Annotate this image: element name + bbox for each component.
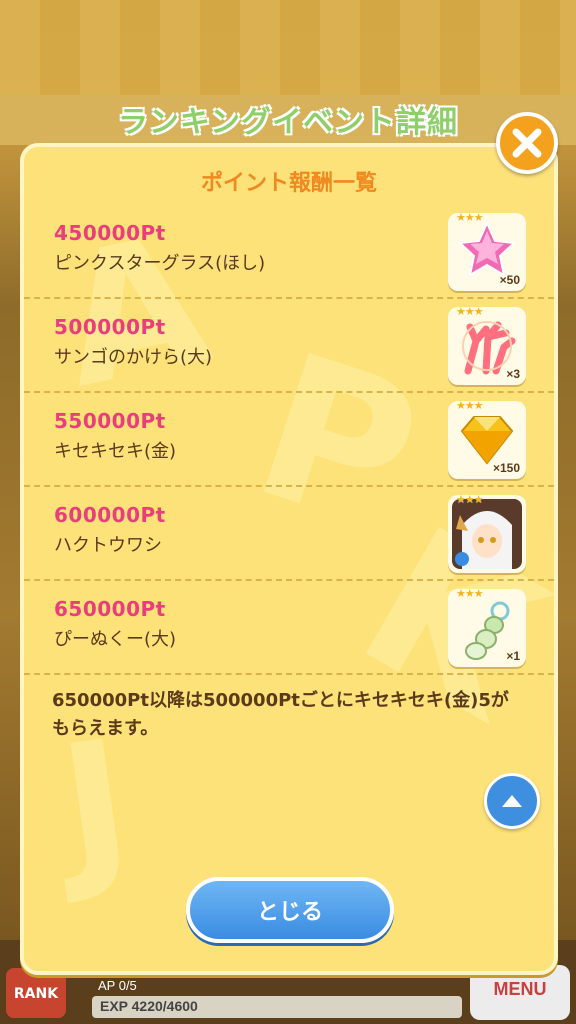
rarity-stars: ★★★	[456, 211, 484, 224]
reward-row: 600000Pt ハクトウワシ ★★★	[24, 487, 554, 581]
reward-name: ピンクスターグラス(ほし)	[54, 253, 266, 274]
reward-points: 600000Pt	[54, 503, 166, 527]
background-scene	[0, 0, 576, 95]
reward-item[interactable]: ★★★	[448, 493, 526, 573]
close-x-button[interactable]	[496, 112, 558, 174]
reward-name: サンゴのかけら(大)	[54, 347, 213, 368]
reward-item[interactable]: ★★★ ×50	[448, 211, 526, 291]
bald-eagle-friend-icon	[452, 499, 522, 569]
scroll-up-button[interactable]	[484, 773, 540, 829]
close-icon	[512, 128, 542, 158]
reward-name: キセキセキ(金)	[54, 441, 177, 462]
reward-points: 500000Pt	[54, 315, 166, 339]
dialog-title: ポイント報酬一覧	[200, 171, 377, 196]
close-dialog-button[interactable]: とじる	[186, 877, 394, 943]
rarity-stars: ★★★	[456, 399, 484, 412]
item-count: ×150	[492, 461, 520, 475]
rarity-stars: ★★★	[456, 587, 484, 600]
reward-points: 550000Pt	[54, 409, 166, 433]
reward-points: 450000Pt	[54, 221, 166, 245]
item-count: ×50	[499, 273, 520, 287]
reward-name: ハクトウワシ	[54, 535, 162, 556]
rarity-stars: ★★★	[456, 305, 484, 318]
reward-item[interactable]: ★★★ ×150	[448, 399, 526, 479]
reward-item[interactable]: ★★★ ×3	[448, 305, 526, 385]
reward-dialog: A P K J ポイント報酬一覧 450000Pt ピンクスターグラス(ほし) …	[20, 143, 558, 975]
rarity-stars: ★★★	[456, 493, 484, 506]
reward-name: ぴーぬくー(大)	[54, 629, 177, 650]
reward-row: 500000Pt サンゴのかけら(大) ★★★ ×3	[24, 299, 554, 393]
chevron-up-icon	[502, 795, 522, 807]
reward-row: 450000Pt ピンクスターグラス(ほし) ★★★ ×50	[24, 205, 554, 299]
exp-bar: EXP 4220/4600	[92, 996, 462, 1018]
background-title: ランキングイベント詳細	[117, 105, 459, 140]
reward-row: 650000Pt ぴーぬくー(大) ★★★ ×1	[24, 581, 554, 675]
rank-badge: RANK	[6, 968, 66, 1018]
ap-text: AP 0/5	[98, 978, 137, 993]
reward-note: 650000Pt以降は500000Ptごとにキセキセキ(金)5がもらえます。	[52, 690, 509, 739]
reward-row: 550000Pt キセキセキ(金) ★★★ ×150	[24, 393, 554, 487]
reward-item[interactable]: ★★★ ×1	[448, 587, 526, 667]
reward-list: 450000Pt ピンクスターグラス(ほし) ★★★ ×50 500000Pt …	[24, 205, 554, 675]
reward-points: 650000Pt	[54, 597, 166, 621]
item-count: ×3	[506, 367, 520, 381]
item-count: ×1	[506, 649, 520, 663]
